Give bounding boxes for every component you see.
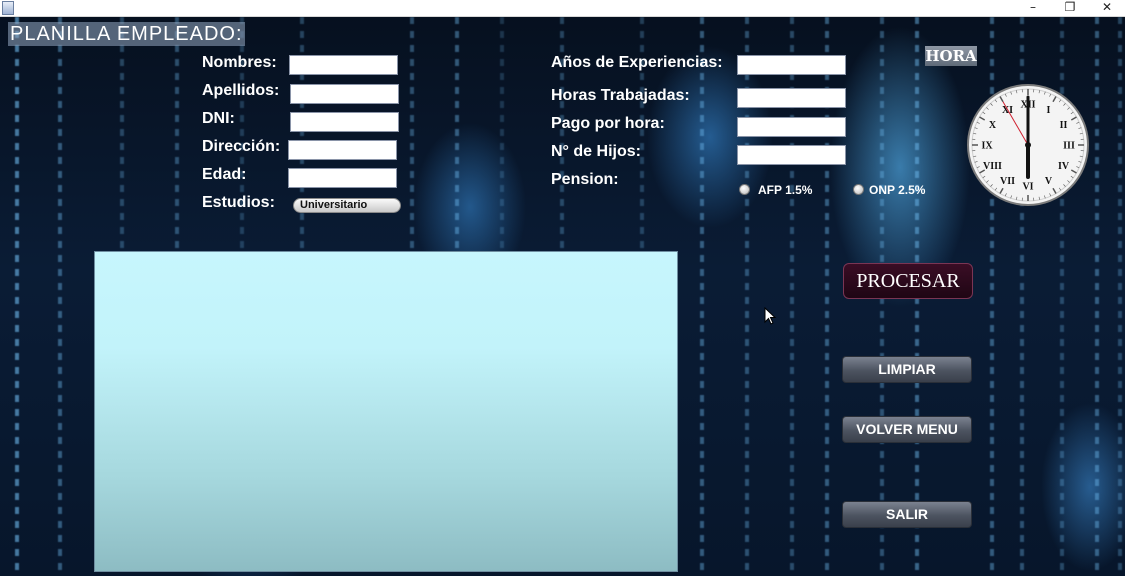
minimize-button[interactable]: –: [1015, 0, 1051, 16]
anos-experiencia-label: Años de Experiencias:: [551, 54, 723, 71]
estudios-label: Estudios:: [202, 194, 275, 211]
close-button[interactable]: ✕: [1089, 0, 1125, 16]
clock-numeral: II: [1060, 120, 1068, 131]
dni-field[interactable]: [290, 112, 399, 132]
horas-trabajadas-field[interactable]: [737, 88, 846, 108]
afp-radio[interactable]: [739, 184, 750, 195]
salir-button[interactable]: SALIR: [842, 501, 972, 528]
output-textarea[interactable]: [94, 251, 678, 572]
clock-numeral: VI: [1022, 182, 1033, 193]
procesar-button[interactable]: PROCESAR: [843, 263, 973, 299]
pago-por-hora-label: Pago por hora:: [551, 115, 665, 132]
apellidos-label: Apellidos:: [202, 82, 280, 99]
pago-por-hora-field[interactable]: [737, 117, 846, 137]
horas-trabajadas-label: Horas Trabajadas:: [551, 87, 690, 104]
nombres-field[interactable]: [289, 55, 398, 75]
edad-field[interactable]: [288, 168, 397, 188]
estudios-select[interactable]: Universitario: [293, 198, 401, 213]
nombres-label: Nombres:: [202, 54, 277, 71]
hora-label: HORA: [925, 46, 977, 66]
n-hijos-label: N° de Hijos:: [551, 143, 641, 160]
clock-numeral: I: [1047, 105, 1051, 116]
clock-numeral: IX: [981, 141, 993, 152]
clock-numeral: VIII: [983, 161, 1002, 172]
pension-label: Pension:: [551, 171, 619, 188]
window-titlebar: – ❐ ✕: [0, 0, 1125, 17]
anos-experiencia-field[interactable]: [737, 55, 846, 75]
maximize-button[interactable]: ❐: [1052, 0, 1088, 16]
direccion-field[interactable]: [288, 140, 397, 160]
clock-numeral: V: [1045, 176, 1053, 187]
limpiar-button[interactable]: LIMPIAR: [842, 356, 972, 383]
direccion-label: Dirección:: [202, 138, 281, 155]
dni-label: DNI:: [202, 110, 235, 127]
clock-numeral: VII: [1000, 176, 1015, 187]
clock-numeral: IV: [1058, 161, 1070, 172]
apellidos-field[interactable]: [290, 84, 399, 104]
n-hijos-field[interactable]: [737, 145, 846, 165]
afp-radio-label[interactable]: AFP 1.5%: [758, 183, 812, 197]
onp-radio[interactable]: [853, 184, 864, 195]
form-title: PLANILLA EMPLEADO:: [8, 22, 245, 46]
java-app-icon: [2, 1, 14, 15]
onp-radio-label[interactable]: ONP 2.5%: [869, 183, 925, 197]
volver-menu-button[interactable]: VOLVER MENU: [842, 416, 972, 443]
edad-label: Edad:: [202, 166, 247, 183]
clock-numeral: X: [989, 120, 997, 131]
mouse-cursor-icon: [764, 307, 777, 325]
clock-numeral: III: [1063, 141, 1075, 152]
analog-clock: XIIIIIIIIIVVVIVIIVIIIIXXXI: [967, 84, 1089, 206]
